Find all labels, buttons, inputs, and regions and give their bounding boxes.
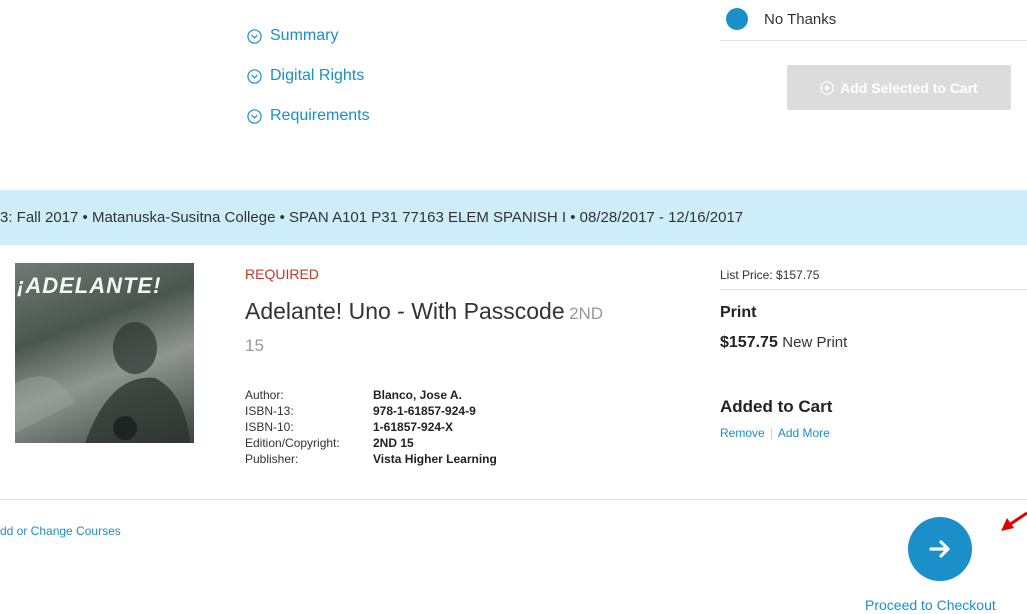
digital-rights-label: Digital Rights [270,67,365,84]
remove-link[interactable]: Remove [720,426,765,440]
format-label: Print [720,304,757,321]
add-selected-to-cart-button[interactable]: Add Selected to Cart [787,65,1011,110]
book-title-block: Adelante! Uno - With Passcode 2ND [245,298,715,325]
meta-row-isbn10: ISBN-10: 1-61857-924-X [245,420,454,434]
edition-year: 15 [245,336,264,355]
chevron-circle-down-icon [247,108,262,124]
course-banner-text: 3: Fall 2017 • Matanuska-Susitna College… [0,209,744,226]
digital-rights-link[interactable]: Digital Rights [247,66,370,86]
price-divider [720,289,1027,290]
no-thanks-label: No Thanks [764,10,837,28]
cart-actions: Remove | Add More [720,426,830,440]
meta-row-publisher: Publisher: Vista Higher Learning [245,452,497,466]
no-thanks-option[interactable]: No Thanks [726,8,836,30]
add-selected-label: Add Selected to Cart [840,79,978,96]
add-more-link[interactable]: Add More [778,426,830,440]
requirements-label: Requirements [270,107,370,124]
course-banner: 3: Fall 2017 • Matanuska-Susitna College… [0,190,1027,245]
requirements-link[interactable]: Requirements [247,106,370,126]
chevron-circle-down-icon [247,28,262,44]
add-change-courses-link[interactable]: dd or Change Courses [0,524,121,538]
summary-link[interactable]: Summary [247,26,370,46]
section-divider [0,499,1027,500]
requirement-label: REQUIRED [245,266,319,282]
chevron-circle-down-icon [247,68,262,84]
proceed-to-checkout-button[interactable] [908,517,972,581]
divider [720,40,1027,41]
price-value: $157.75 [720,334,778,351]
meta-row-edition: Edition/Copyright: 2ND 15 [245,436,414,450]
radio-selected-icon[interactable] [726,8,748,30]
summary-label: Summary [270,27,339,44]
meta-row-isbn13: ISBN-13: 978-1-61857-924-9 [245,404,476,418]
arrow-right-icon [929,540,950,558]
price-block: $157.75 New Print [720,334,847,352]
cover-illustration [15,322,190,443]
plus-circle-icon [820,80,834,95]
actions-separator: | [770,426,774,440]
list-price: List Price: $157.75 [720,268,820,282]
book-meta-table: Author: Blanco, Jose A. ISBN-13: 978-1-618… [245,388,497,468]
proceed-to-checkout-link[interactable]: Proceed to Checkout [865,597,996,613]
meta-row-author: Author: Blanco, Jose A. [245,388,462,402]
cart-status: Added to Cart [720,397,833,416]
book-title: Adelante! Uno - With Passcode [245,298,565,324]
annotation-arrow-icon [1001,511,1027,531]
price-type: New Print [782,334,848,351]
details-links: Summary Digital Rights Requirements [247,26,370,126]
book-cover-image: ¡ADELANTE! [15,263,194,443]
edition-suffix: 2ND [569,304,604,323]
